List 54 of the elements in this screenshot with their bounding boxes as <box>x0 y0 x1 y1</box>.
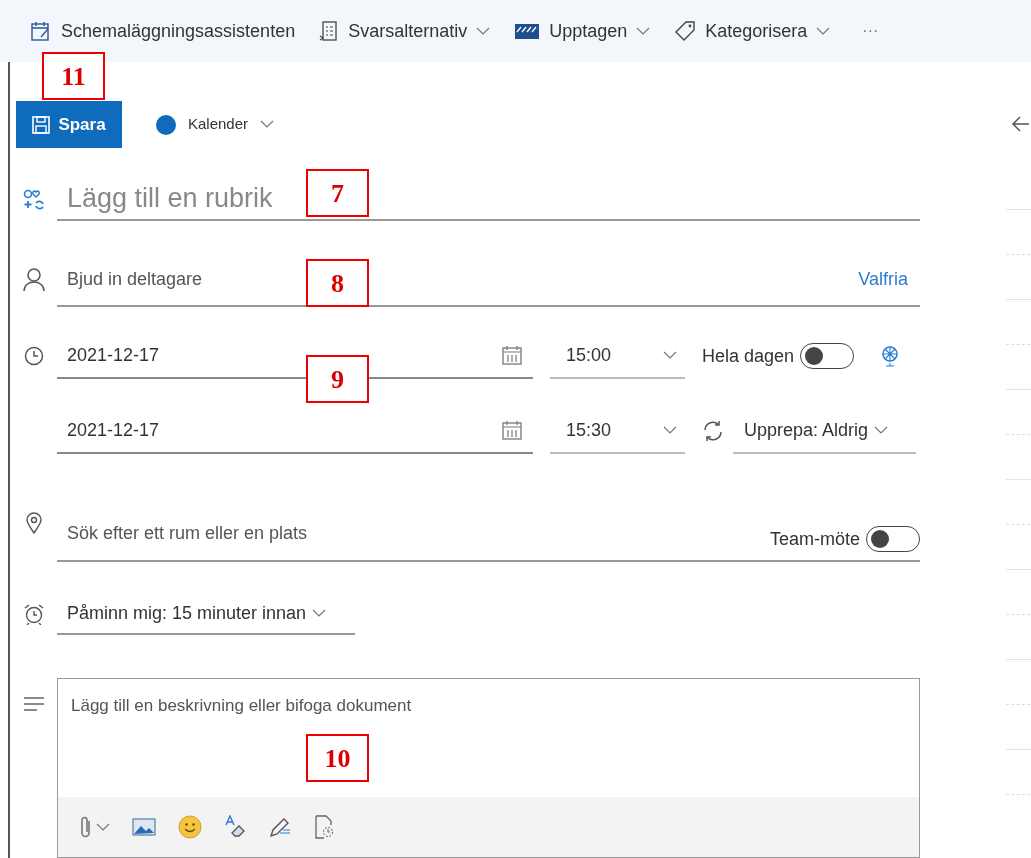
date-field[interactable]: 2021-12-17 <box>57 408 533 454</box>
annotation-label: 8 <box>306 259 369 307</box>
teams-meeting-toggle[interactable] <box>866 526 920 552</box>
chevron-down-icon <box>874 425 889 435</box>
list-icon <box>319 20 340 42</box>
annotation-label: 9 <box>306 355 369 403</box>
chevron-down-icon <box>663 425 677 435</box>
all-day-toggle[interactable] <box>800 343 855 369</box>
back-arrow-icon[interactable] <box>1011 115 1029 133</box>
document-clock-icon[interactable] <box>314 815 334 839</box>
annotation-label: 7 <box>306 169 369 217</box>
location-pin-icon <box>25 512 42 534</box>
repeat-dropdown[interactable]: Upprepa: Aldrig <box>733 408 916 454</box>
refresh-icon <box>702 420 724 442</box>
image-icon[interactable] <box>132 817 156 837</box>
calendar-icon[interactable] <box>501 419 523 441</box>
text-eraser-icon[interactable] <box>224 815 246 839</box>
alarm-clock-icon <box>22 603 45 625</box>
person-icon <box>22 268 45 292</box>
smiley-icon[interactable] <box>178 815 202 839</box>
annotation-label: 11 <box>42 52 105 100</box>
chevron-down-icon <box>476 26 491 36</box>
chevron-down-icon <box>312 608 327 618</box>
paperclip-icon[interactable] <box>80 815 92 839</box>
reminder-dropdown[interactable]: Påminn mig: 15 minuter innan <box>57 593 355 635</box>
busy-status-icon <box>514 21 541 41</box>
location-field[interactable]: Sök efter ett rum eller en plats <box>67 520 308 544</box>
more-button[interactable]: ··· <box>862 19 879 43</box>
annotation-label: 10 <box>306 734 369 782</box>
optional-link[interactable]: Valfria <box>858 265 908 293</box>
save-button[interactable]: Spara <box>16 101 122 148</box>
chevron-down-icon <box>816 26 831 36</box>
toolbar-button[interactable]: Kategorisera <box>674 17 831 45</box>
toolbar-button[interactable]: Schemaläggningsassistenten <box>30 17 296 45</box>
attendees-field[interactable]: Bjud in deltagare <box>67 265 203 293</box>
tag-icon <box>674 20 697 42</box>
clock-icon <box>23 346 44 366</box>
save-icon <box>32 115 51 134</box>
all-day-label: Hela dagen <box>702 344 795 368</box>
calendar-icon[interactable] <box>501 344 523 366</box>
chevron-down-icon <box>260 120 275 129</box>
calendar-picker[interactable]: Kalender <box>156 113 275 136</box>
pen-icon[interactable] <box>268 815 292 839</box>
time-dropdown[interactable]: 15:00 <box>550 333 685 379</box>
calendar-edit-icon <box>30 20 52 42</box>
chevron-down-icon <box>663 350 677 360</box>
chevron-down-icon <box>636 26 651 36</box>
toolbar-button[interactable]: Svarsalternativ <box>319 17 491 45</box>
teams-meeting-label: Team-möte <box>769 527 860 551</box>
chevron-down-icon <box>96 822 110 832</box>
toolbar-button[interactable]: Upptagen <box>514 17 651 45</box>
description-field[interactable]: Lägg till en beskrivning eller bifoga dokument <box>71 696 412 715</box>
text-lines-icon <box>22 696 45 712</box>
time-dropdown[interactable]: 15:30 <box>550 408 685 454</box>
